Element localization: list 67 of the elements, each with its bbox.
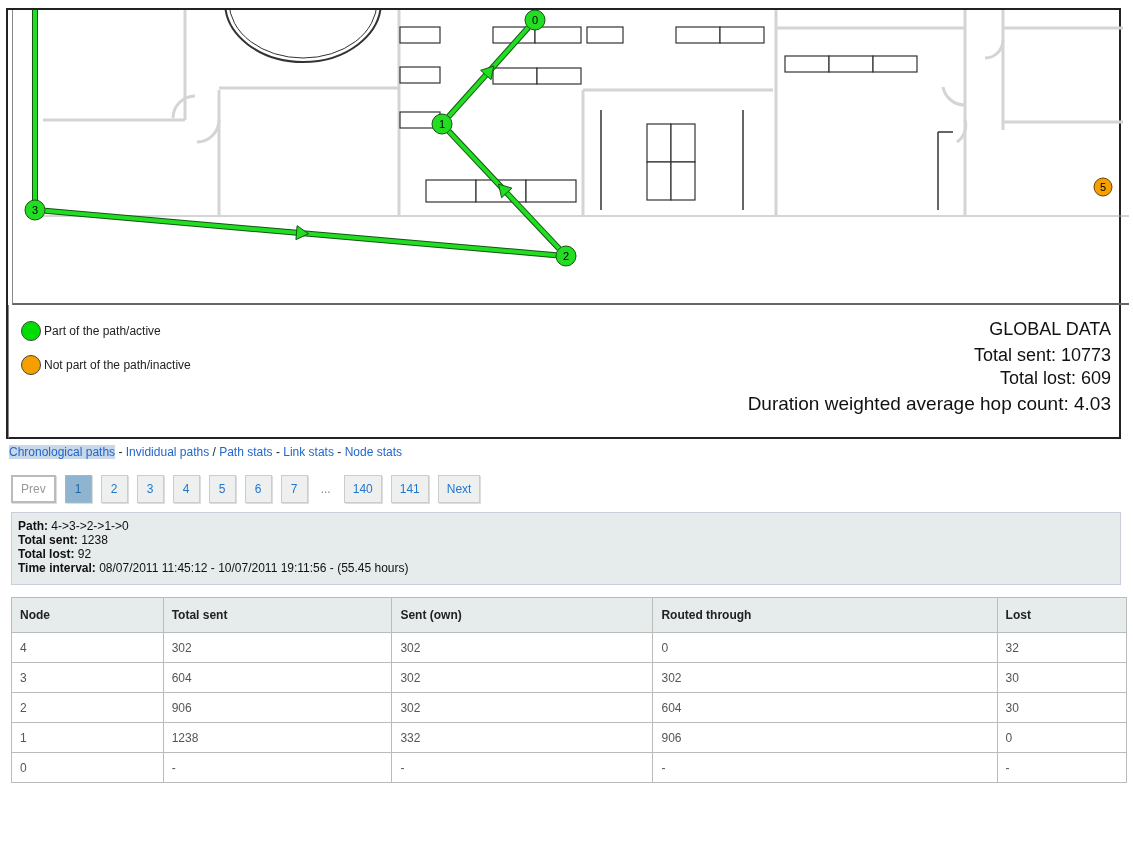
- table-cell: 4: [11, 632, 164, 663]
- legend-label: Part of the path/active: [44, 324, 161, 338]
- global-data-line: Duration weighted average hop count: 4.03: [747, 393, 1111, 415]
- table-cell: 0: [997, 722, 1127, 753]
- desk-group: [399, 66, 441, 84]
- map-node[interactable]: 2: [555, 245, 577, 267]
- column-header[interactable]: Routed through: [652, 597, 998, 633]
- table-cell: 30: [997, 692, 1127, 723]
- next-button[interactable]: Next: [437, 475, 481, 503]
- page-button[interactable]: 5: [208, 475, 236, 503]
- link-separator: -: [118, 445, 123, 459]
- table-cell: 0: [11, 752, 164, 783]
- global-data-line: Total lost: 609: [999, 368, 1111, 389]
- nav-link[interactable]: Chronological paths: [9, 445, 116, 459]
- path-info-line: Total lost: 92: [18, 547, 93, 561]
- table-cell: 302: [391, 692, 653, 723]
- table-cell: 1: [11, 722, 164, 753]
- page-button[interactable]: 3: [136, 475, 164, 503]
- column-header[interactable]: Total sent: [163, 597, 392, 633]
- table-cell: 32: [997, 632, 1127, 663]
- link-separator: -: [337, 445, 342, 459]
- global-data-title: GLOBAL DATA: [989, 319, 1111, 340]
- link-separator: /: [212, 445, 216, 459]
- page-button[interactable]: 4: [172, 475, 200, 503]
- nav-link[interactable]: Node stats: [344, 445, 402, 459]
- table-cell: 906: [652, 722, 998, 753]
- table-cell: 3: [11, 662, 164, 693]
- table-cell: 302: [391, 662, 653, 693]
- table-cell: 302: [391, 632, 653, 663]
- table-cell: 30: [997, 662, 1127, 693]
- path-info-line: Total sent: 1238: [18, 533, 109, 547]
- table-cell: 302: [652, 662, 998, 693]
- map-node[interactable]: 3: [24, 199, 46, 221]
- table-cell: -: [391, 752, 653, 783]
- legend-label: Not part of the path/inactive: [44, 358, 191, 372]
- table-cell: 604: [652, 692, 998, 723]
- map-node[interactable]: 1: [431, 113, 453, 135]
- table-cell: -: [163, 752, 392, 783]
- map-node[interactable]: 5: [1093, 177, 1113, 197]
- table-cell: -: [997, 752, 1127, 783]
- page-button[interactable]: 7: [280, 475, 308, 503]
- map-node[interactable]: 0: [524, 10, 546, 31]
- table-cell: 1238: [163, 722, 392, 753]
- link-separator: -: [275, 445, 280, 459]
- column-header[interactable]: Sent (own): [391, 597, 653, 633]
- pagination-ellipsis: ...: [319, 482, 332, 496]
- nav-link[interactable]: Invididual paths: [125, 445, 210, 459]
- table-cell: 906: [163, 692, 392, 723]
- global-data-line: Total sent: 10773: [973, 345, 1111, 366]
- page-button[interactable]: 6: [244, 475, 272, 503]
- page-button[interactable]: 2: [100, 475, 128, 503]
- column-header[interactable]: Lost: [997, 597, 1127, 633]
- table-cell: 2: [11, 692, 164, 723]
- table-cell: 332: [391, 722, 653, 753]
- desk-group: [586, 26, 624, 44]
- table-cell: 302: [163, 632, 392, 663]
- path-info-line: Time interval: 08/07/2011 11:45:12 - 10/07/2011 19:11:56 - (55.45 hours): [18, 561, 410, 575]
- table-cell: -: [652, 752, 998, 783]
- page-button[interactable]: 141: [390, 475, 429, 503]
- nav-link[interactable]: Link stats: [283, 445, 334, 459]
- column-header[interactable]: Node: [11, 597, 164, 633]
- nav-link[interactable]: Path stats: [219, 445, 273, 459]
- path-info-line: Path: 4->3->2->1->0: [18, 519, 130, 533]
- page-button[interactable]: 140: [343, 475, 382, 503]
- table-cell: 604: [163, 662, 392, 693]
- table-cell: 0: [652, 632, 998, 663]
- desk-group: [399, 26, 441, 44]
